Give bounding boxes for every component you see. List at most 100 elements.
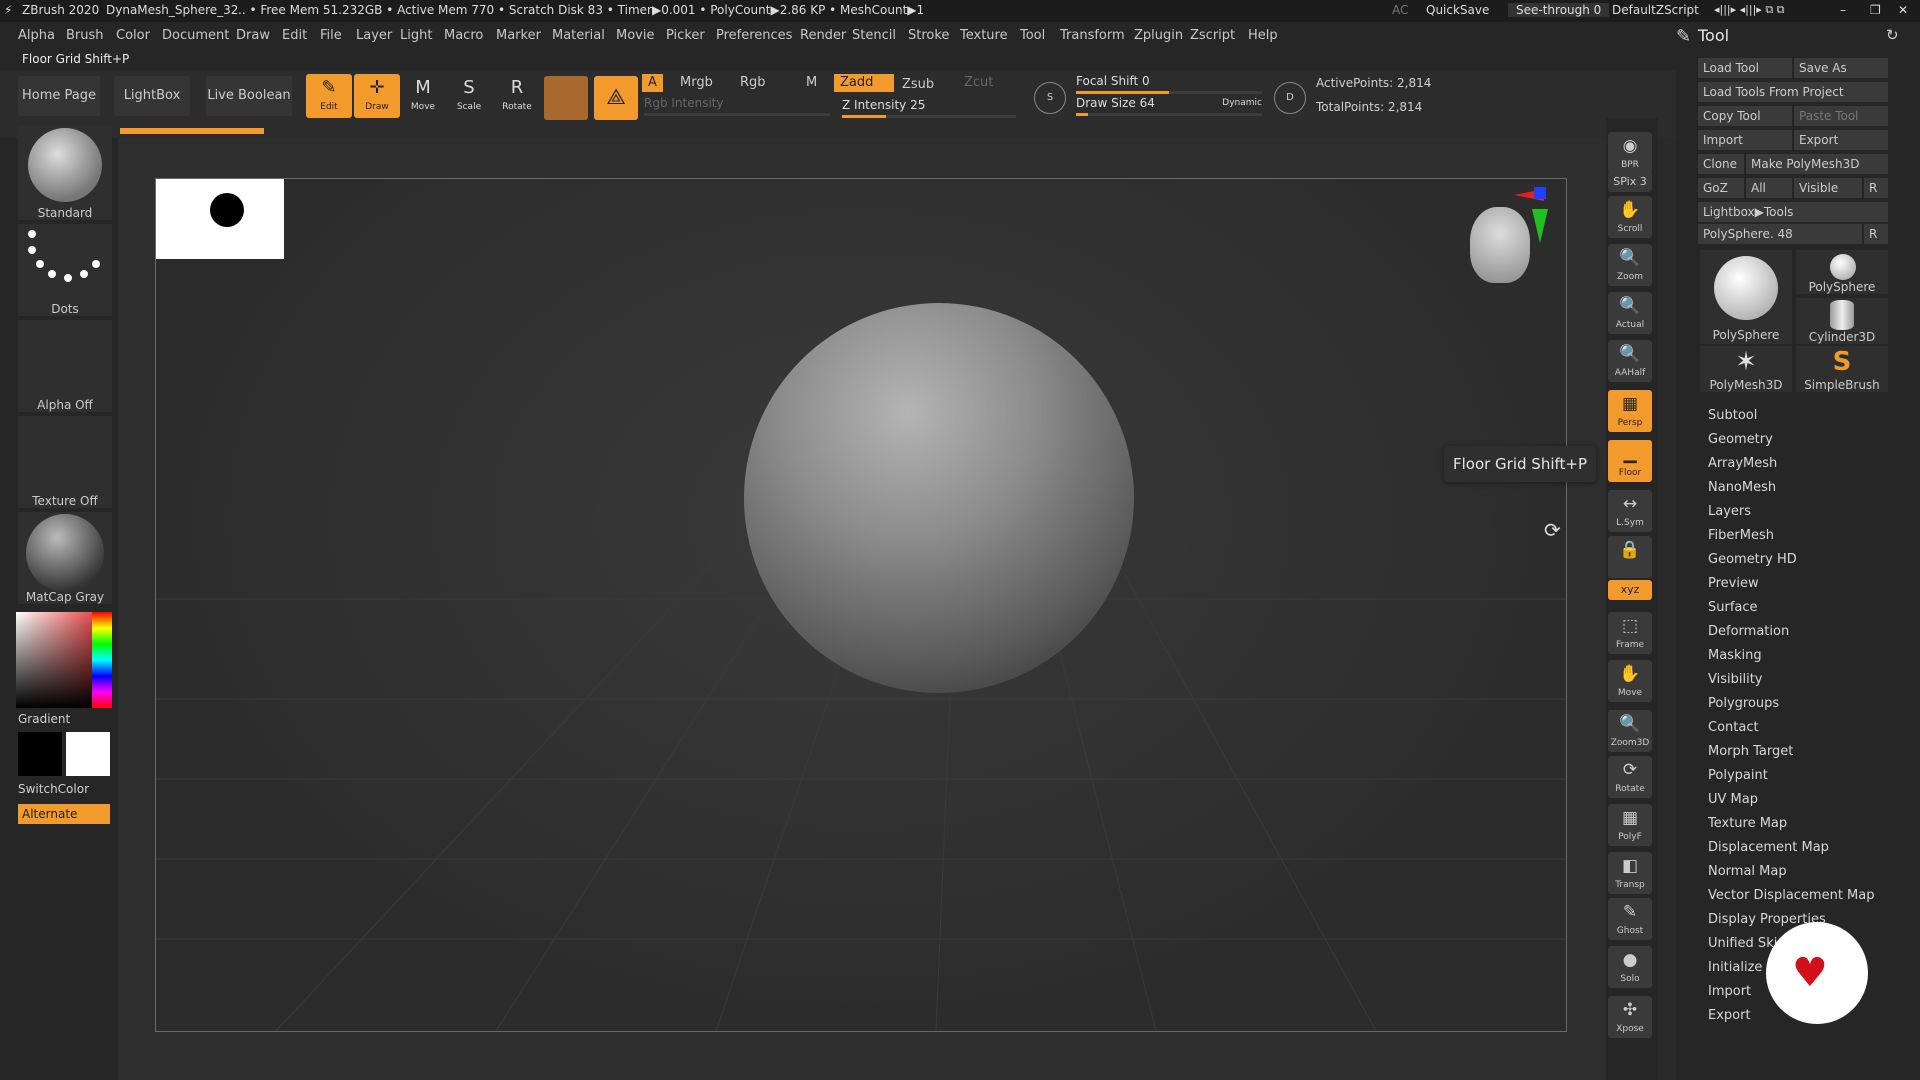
make-polymesh3d-button[interactable]: Make PolyMesh3D [1746, 154, 1888, 174]
section-geometry[interactable]: Geometry [1708, 432, 1773, 447]
view-l-sym-button[interactable]: ↔ L.Sym [1608, 490, 1652, 532]
goz-visible-button[interactable]: Visible [1794, 178, 1862, 198]
menu-draw[interactable]: Draw [236, 28, 270, 43]
menu-file[interactable]: File [320, 28, 342, 43]
tool-thumb-polymesh3d[interactable]: ✶ PolyMesh3D [1700, 346, 1792, 392]
section-surface[interactable]: Surface [1708, 600, 1758, 615]
tool-scale-button[interactable]: S Scale [446, 74, 492, 118]
section-layers[interactable]: Layers [1708, 504, 1751, 519]
menu-macro[interactable]: Macro [444, 28, 483, 43]
main-color-swatch[interactable] [18, 732, 62, 776]
view-actual-button[interactable]: 🔍 Actual [1608, 292, 1652, 334]
see-through-slider[interactable]: See-through 0 [1508, 3, 1610, 17]
view-floor-button[interactable]: ▁ Floor [1608, 440, 1652, 482]
mode-mrgb[interactable]: Mrgb [674, 74, 719, 92]
section-vector-displacement-map[interactable]: Vector Displacement Map [1708, 888, 1875, 903]
menu-document[interactable]: Document [162, 28, 229, 43]
import-button[interactable]: Import [1698, 130, 1792, 150]
tool-thumb-polysphere[interactable]: PolySphere [1796, 250, 1888, 294]
mode-a[interactable]: A [642, 74, 663, 92]
live-boolean-button[interactable]: Live Boolean [206, 76, 292, 116]
menu-tool[interactable]: Tool [1020, 28, 1045, 43]
menu-layer[interactable]: Layer [356, 28, 392, 43]
view-aahalf-button[interactable]: 🔍 AAHalf [1608, 340, 1652, 382]
minimize-icon[interactable]: – [1840, 3, 1846, 17]
menu-light[interactable]: Light [400, 28, 432, 43]
switchcolor-button[interactable]: SwitchColor [18, 782, 89, 796]
tool-thumb-polysphere-large[interactable]: PolySphere [1700, 250, 1792, 344]
section-visibility[interactable]: Visibility [1708, 672, 1762, 687]
section-preview[interactable]: Preview [1708, 576, 1759, 591]
lightbox-tools-button[interactable]: Lightbox▶Tools [1698, 202, 1888, 222]
draw-size-d-icon[interactable]: D [1274, 82, 1306, 114]
section-initialize[interactable]: Initialize [1708, 960, 1762, 975]
mode-zcut[interactable]: Zcut [958, 74, 999, 92]
view-xpose-button[interactable]: ✣ Xpose [1608, 996, 1652, 1038]
sculpt-mode-icon[interactable] [544, 76, 588, 120]
section-texture-map[interactable]: Texture Map [1708, 816, 1787, 831]
navigation-skull-icon[interactable] [1462, 187, 1548, 287]
menu-render[interactable]: Render [800, 28, 846, 43]
section-masking[interactable]: Masking [1708, 648, 1762, 663]
section-contact[interactable]: Contact [1708, 720, 1759, 735]
menu-stencil[interactable]: Stencil [852, 28, 896, 43]
section-arraymesh[interactable]: ArrayMesh [1708, 456, 1777, 471]
tool-move-button[interactable]: M Move [400, 74, 446, 118]
view-zoom-button[interactable]: 🔍 Zoom [1608, 244, 1652, 286]
mode-zadd[interactable]: Zadd [834, 74, 894, 92]
menu-transform[interactable]: Transform [1060, 28, 1125, 43]
paste-tool-button[interactable]: Paste Tool [1794, 106, 1888, 126]
view-ghost-button[interactable]: ✎ Ghost [1608, 898, 1652, 940]
panel-refresh-icon[interactable]: ↻ [1886, 26, 1899, 44]
view-persp-button[interactable]: ▦ Persp [1608, 390, 1652, 432]
menu-color[interactable]: Color [116, 28, 150, 43]
section-uv-map[interactable]: UV Map [1708, 792, 1758, 807]
view-polyf-button[interactable]: ▦ PolyF [1608, 804, 1652, 846]
section-fibermesh[interactable]: FiberMesh [1708, 528, 1774, 543]
texture-selector[interactable]: Texture Off [18, 416, 112, 508]
current-tool-r-button[interactable]: R [1864, 224, 1888, 244]
restore-icon[interactable]: ❐ [1870, 3, 1881, 17]
view-move-button[interactable]: ✋ Move [1608, 660, 1652, 702]
view-spix-3-button[interactable]: SPix 3 [1608, 172, 1652, 192]
section-geometry-hd[interactable]: Geometry HD [1708, 552, 1797, 567]
section-import[interactable]: Import [1708, 984, 1751, 999]
mode-rgb[interactable]: Rgb [734, 74, 772, 92]
view-scroll-button[interactable]: ✋ Scroll [1608, 196, 1652, 238]
dynamic-toggle[interactable]: Dynamic [1222, 98, 1262, 108]
section-displacement-map[interactable]: Displacement Map [1708, 840, 1829, 855]
menu-help[interactable]: Help [1248, 28, 1278, 43]
z-intensity-slider[interactable]: Z Intensity 25 [842, 98, 1016, 118]
draw-size-slider[interactable]: Draw Size 64 Dynamic [1076, 96, 1262, 116]
menu-picker[interactable]: Picker [666, 28, 705, 43]
goz-r-button[interactable]: R [1864, 178, 1888, 198]
goz-button[interactable]: GoZ [1698, 178, 1744, 198]
ac-label[interactable]: AC [1392, 3, 1408, 17]
stroke-selector[interactable]: Dots [18, 224, 112, 316]
current-tool-slider[interactable]: PolySphere. 48 [1698, 224, 1862, 244]
view-rotate-button[interactable]: ⟳ Rotate [1608, 756, 1652, 798]
quicksave-button[interactable]: QuickSave [1426, 3, 1489, 17]
copy-tool-button[interactable]: Copy Tool [1698, 106, 1792, 126]
close-icon[interactable]: ✕ [1898, 3, 1908, 17]
view-lock-button[interactable]: 🔒 [1608, 536, 1652, 578]
secondary-color-swatch[interactable] [66, 732, 110, 776]
polysphere-mesh[interactable] [744, 303, 1134, 693]
focal-shift-s-icon[interactable]: S [1034, 82, 1066, 114]
menu-stroke[interactable]: Stroke [908, 28, 949, 43]
tool-thumb-cylinder3d[interactable]: Cylinder3D [1796, 298, 1888, 344]
menu-zscript[interactable]: Zscript [1190, 28, 1235, 43]
view-transp-button[interactable]: ◧ Transp [1608, 852, 1652, 894]
menu-alpha[interactable]: Alpha [18, 28, 55, 43]
rgb-intensity-slider[interactable]: Rgb Intensity [644, 96, 830, 116]
mode-m[interactable]: M [800, 74, 823, 92]
brush-selector[interactable]: Standard [18, 126, 112, 220]
pin-icon[interactable]: ✎ [1676, 26, 1691, 47]
menu-brush[interactable]: Brush [66, 28, 104, 43]
save-as-button[interactable]: Save As [1794, 58, 1888, 78]
home-page-button[interactable]: Home Page [18, 76, 100, 116]
menu-movie[interactable]: Movie [616, 28, 654, 43]
default-zscript-button[interactable]: DefaultZScript [1612, 3, 1699, 17]
hue-strip[interactable] [92, 612, 112, 708]
clone-button[interactable]: Clone [1698, 154, 1744, 174]
